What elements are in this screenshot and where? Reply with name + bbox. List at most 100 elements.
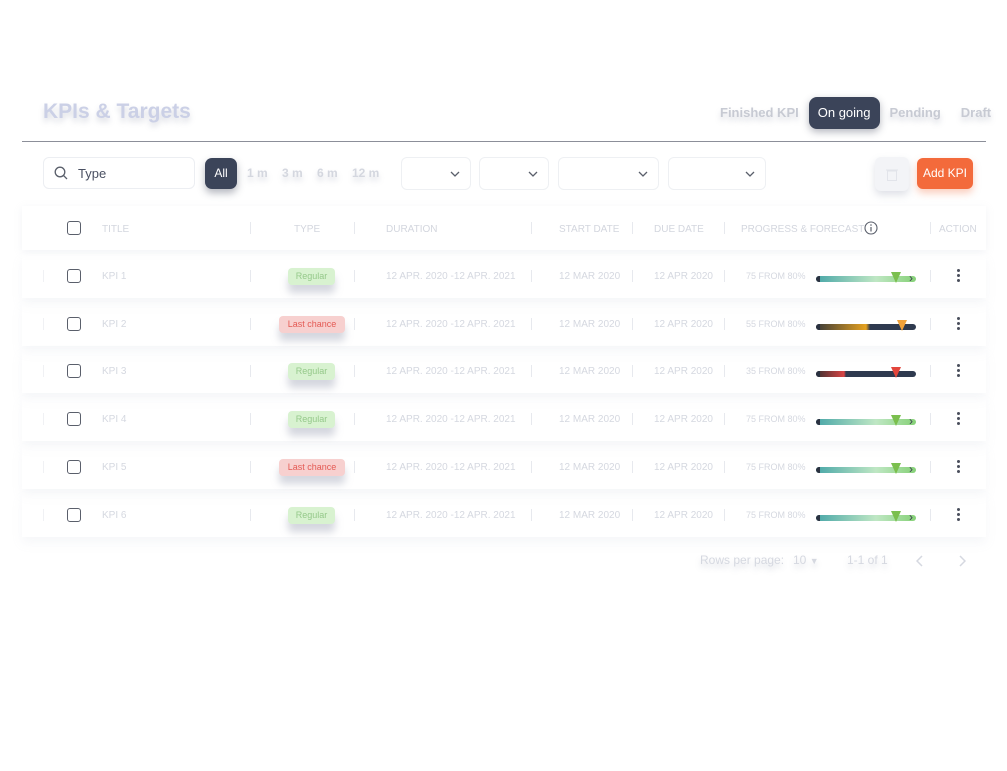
row-progress-text: 55 FROM 80%: [746, 319, 806, 329]
column-header-duration[interactable]: DURATION: [386, 224, 437, 235]
select-all-checkbox[interactable]: [67, 221, 81, 235]
more-actions-icon[interactable]: [957, 508, 960, 523]
row-edge: [43, 509, 44, 521]
progress-bar-start: [816, 371, 820, 377]
column-header-due-date[interactable]: DUE DATE: [654, 224, 704, 235]
column-separator: [250, 365, 251, 377]
forecast-marker: [891, 415, 901, 426]
row-title[interactable]: KPI 5: [102, 462, 126, 473]
column-separator: [250, 270, 251, 282]
chevron-right-icon[interactable]: ›: [909, 271, 913, 285]
column-separator: [930, 461, 931, 473]
row-duration: 12 APR. 2020 -12 APR. 2021: [386, 319, 516, 330]
column-separator: [632, 413, 633, 425]
row-progress-text: 75 FROM 80%: [746, 462, 806, 472]
chevron-right-icon[interactable]: ›: [909, 462, 913, 476]
row-due-date: 12 APR 2020: [654, 414, 713, 425]
forecast-marker: [897, 320, 907, 331]
filter-all-button[interactable]: All: [205, 158, 237, 189]
column-separator: [724, 365, 725, 377]
column-separator: [930, 413, 931, 425]
forecast-marker: [891, 367, 901, 378]
row-duration: 12 APR. 2020 -12 APR. 2021: [386, 366, 516, 377]
filter-dropdown-1[interactable]: [401, 157, 471, 190]
add-kpi-button[interactable]: Add KPI: [917, 158, 973, 189]
rows-per-page-select[interactable]: 10 ▼: [793, 553, 819, 567]
header-divider: [22, 141, 986, 142]
row-duration: 12 APR. 2020 -12 APR. 2021: [386, 462, 516, 473]
column-separator: [930, 222, 931, 234]
progress-bar: [816, 371, 916, 377]
filter-3m-button[interactable]: 3 m: [282, 158, 303, 189]
column-separator: [724, 270, 725, 282]
rows-per-page-label: Rows per page:: [700, 553, 785, 567]
tab-finished[interactable]: Finished KPI: [710, 97, 809, 129]
column-separator: [531, 461, 532, 473]
more-actions-icon[interactable]: [957, 460, 960, 475]
column-header-title[interactable]: TITLE: [102, 224, 129, 235]
filter-dropdown-3[interactable]: [558, 157, 659, 190]
row-start-date: 12 MAR 2020: [559, 462, 621, 473]
row-checkbox[interactable]: [67, 460, 81, 474]
row-start-date: 12 MAR 2020: [559, 271, 621, 282]
search-input[interactable]: [76, 164, 180, 182]
row-due-date: 12 APR 2020: [654, 271, 713, 282]
column-separator: [632, 270, 633, 282]
row-title[interactable]: KPI 2: [102, 319, 126, 330]
column-separator: [531, 270, 532, 282]
column-header-start-date[interactable]: START DATE: [559, 224, 619, 235]
more-actions-icon[interactable]: [957, 364, 960, 379]
chevron-right-icon[interactable]: ›: [909, 510, 913, 524]
tab-pending[interactable]: Pending: [880, 97, 951, 129]
row-title[interactable]: KPI 6: [102, 510, 126, 521]
row-checkbox[interactable]: [67, 364, 81, 378]
column-separator: [724, 318, 725, 330]
search-box[interactable]: [43, 157, 195, 189]
filter-dropdown-4[interactable]: [668, 157, 766, 190]
more-actions-icon[interactable]: [957, 412, 960, 427]
rows-per-page-value: 10: [793, 553, 807, 567]
filter-dropdown-2[interactable]: [479, 157, 549, 190]
column-separator: [930, 365, 931, 377]
column-header-progress[interactable]: PROGRESS & FORECAST: [741, 224, 864, 235]
status-tabs: Finished KPI On going Pending Draft: [620, 97, 1001, 129]
row-title[interactable]: KPI 3: [102, 366, 126, 377]
more-actions-icon[interactable]: [957, 269, 960, 284]
delete-button[interactable]: [875, 157, 909, 191]
chevron-down-icon: [638, 171, 648, 177]
column-separator: [632, 365, 633, 377]
row-due-date: 12 APR 2020: [654, 462, 713, 473]
chevron-down-icon: [745, 171, 755, 177]
more-actions-icon[interactable]: [957, 317, 960, 332]
progress-bar-start: [816, 419, 820, 425]
column-header-type[interactable]: TYPE: [294, 224, 320, 235]
filter-1m-button[interactable]: 1 m: [247, 158, 268, 189]
type-badge: Regular: [288, 411, 335, 428]
column-separator: [930, 509, 931, 521]
column-separator: [354, 222, 355, 234]
tab-draft[interactable]: Draft: [951, 97, 1001, 129]
prev-page-icon[interactable]: [916, 555, 924, 567]
row-checkbox[interactable]: [67, 317, 81, 331]
row-start-date: 12 MAR 2020: [559, 510, 621, 521]
row-checkbox[interactable]: [67, 269, 81, 283]
column-separator: [354, 318, 355, 330]
filter-12m-button[interactable]: 12 m: [352, 158, 379, 189]
chevron-right-icon[interactable]: ›: [909, 414, 913, 428]
info-icon[interactable]: [864, 221, 878, 235]
filter-6m-button[interactable]: 6 m: [317, 158, 338, 189]
row-checkbox[interactable]: [67, 508, 81, 522]
next-page-icon[interactable]: [958, 555, 966, 567]
row-title[interactable]: KPI 4: [102, 414, 126, 425]
column-separator: [724, 222, 725, 234]
column-header-action: ACTION: [939, 224, 977, 235]
row-progress-text: 35 FROM 80%: [746, 366, 806, 376]
forecast-marker: [891, 511, 901, 522]
tab-ongoing[interactable]: On going: [808, 97, 880, 129]
column-separator: [250, 509, 251, 521]
row-title[interactable]: KPI 1: [102, 271, 126, 282]
column-separator: [250, 222, 251, 234]
row-checkbox[interactable]: [67, 412, 81, 426]
trash-icon: [886, 169, 898, 181]
row-duration: 12 APR. 2020 -12 APR. 2021: [386, 271, 516, 282]
